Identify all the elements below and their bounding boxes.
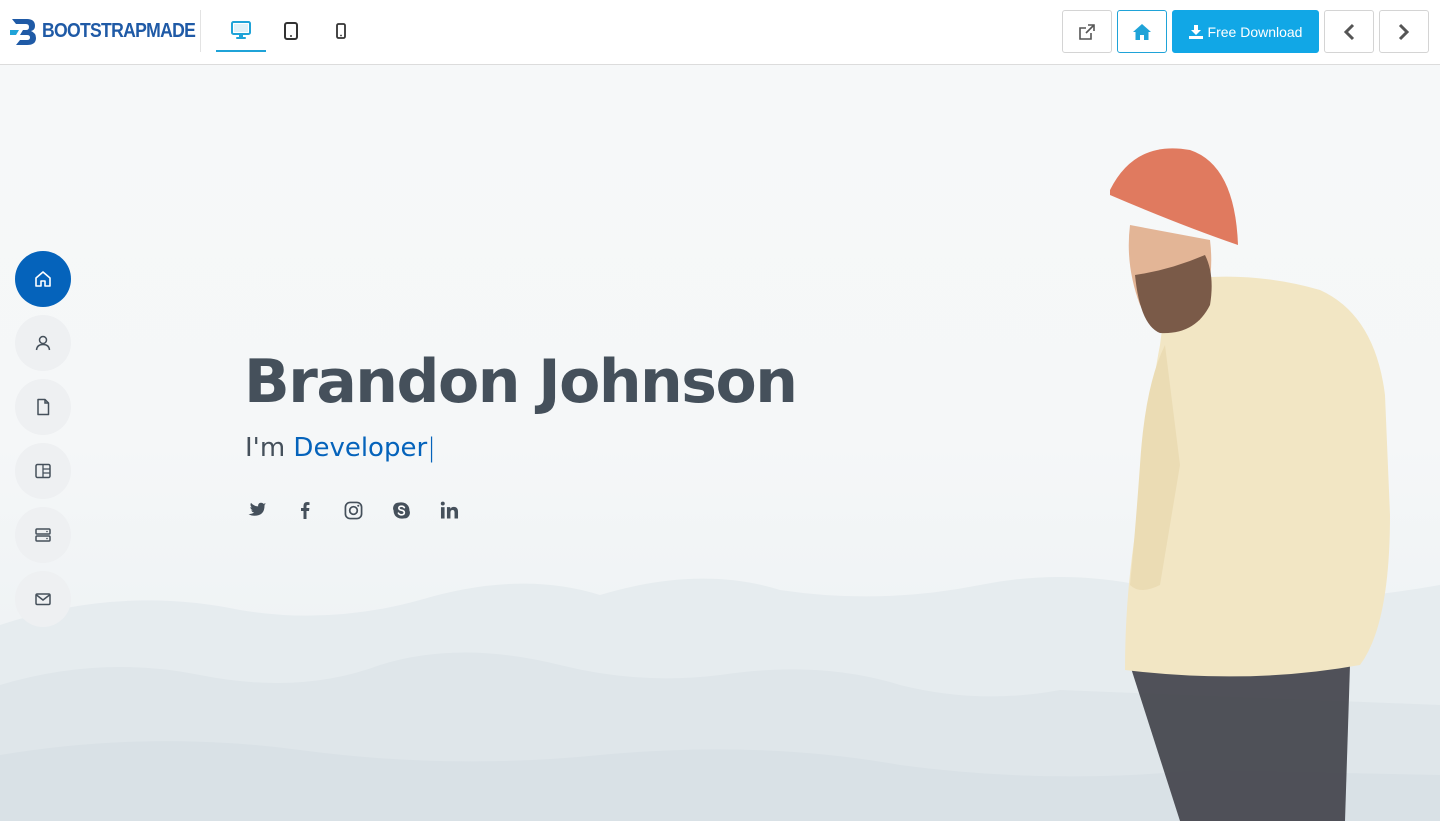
hero-role: Developer (293, 433, 428, 463)
external-link-icon (1079, 23, 1095, 40)
nav-services[interactable] (15, 507, 71, 563)
social-links (246, 499, 460, 521)
download-icon (1188, 24, 1203, 39)
chevron-left-icon (1343, 23, 1355, 40)
linkedin-link[interactable] (438, 499, 460, 521)
previous-button[interactable] (1324, 10, 1374, 53)
nav-home[interactable] (15, 251, 71, 307)
device-mobile-tab[interactable] (316, 10, 366, 52)
nav-about[interactable] (15, 315, 71, 371)
logo-mark-icon (10, 19, 36, 45)
brand-name: BOOTSTRAPMADE (42, 19, 196, 42)
hero-subtitle: I'm Developer| (245, 433, 436, 463)
skype-link[interactable] (390, 499, 412, 521)
linkedin-icon (440, 501, 458, 519)
instagram-link[interactable] (342, 499, 364, 521)
envelope-icon (35, 593, 51, 606)
hero-prefix: I'm (245, 433, 286, 463)
next-button[interactable] (1379, 10, 1429, 53)
home-icon (1133, 23, 1151, 40)
device-tablet-tab[interactable] (266, 10, 316, 52)
device-desktop-tab[interactable] (216, 10, 266, 52)
skype-icon (392, 501, 410, 519)
twitter-icon (248, 502, 267, 516)
free-download-label: Free Download (1207, 23, 1303, 40)
bootstrapmade-logo[interactable]: BOOTSTRAPMADE (10, 16, 216, 46)
hero-section: Brandon Johnson I'm Developer| (0, 65, 1440, 821)
toolbar-divider (200, 10, 201, 52)
home-button[interactable] (1117, 10, 1167, 53)
home-icon (35, 271, 51, 287)
facebook-link[interactable] (294, 499, 316, 521)
typing-cursor: | (427, 433, 436, 463)
person-photo-image (1110, 148, 1390, 821)
instagram-icon (344, 501, 362, 519)
desktop-icon (231, 21, 251, 39)
layout-icon (35, 463, 51, 479)
facebook-icon (301, 502, 310, 519)
server-icon (35, 528, 51, 542)
person-icon (35, 335, 51, 351)
file-icon (37, 398, 50, 416)
chevron-right-icon (1398, 23, 1410, 40)
nav-contact[interactable] (15, 571, 71, 627)
mobile-icon (336, 23, 346, 39)
hero-name: Brandon Johnson (244, 347, 798, 417)
top-toolbar: BOOTSTRAPMADE Free Download (0, 0, 1440, 65)
free-download-button[interactable]: Free Download (1172, 10, 1319, 53)
nav-portfolio[interactable] (15, 443, 71, 499)
twitter-link[interactable] (246, 499, 268, 521)
nav-resume[interactable] (15, 379, 71, 435)
open-external-button[interactable] (1062, 10, 1112, 53)
tablet-icon (284, 22, 298, 40)
